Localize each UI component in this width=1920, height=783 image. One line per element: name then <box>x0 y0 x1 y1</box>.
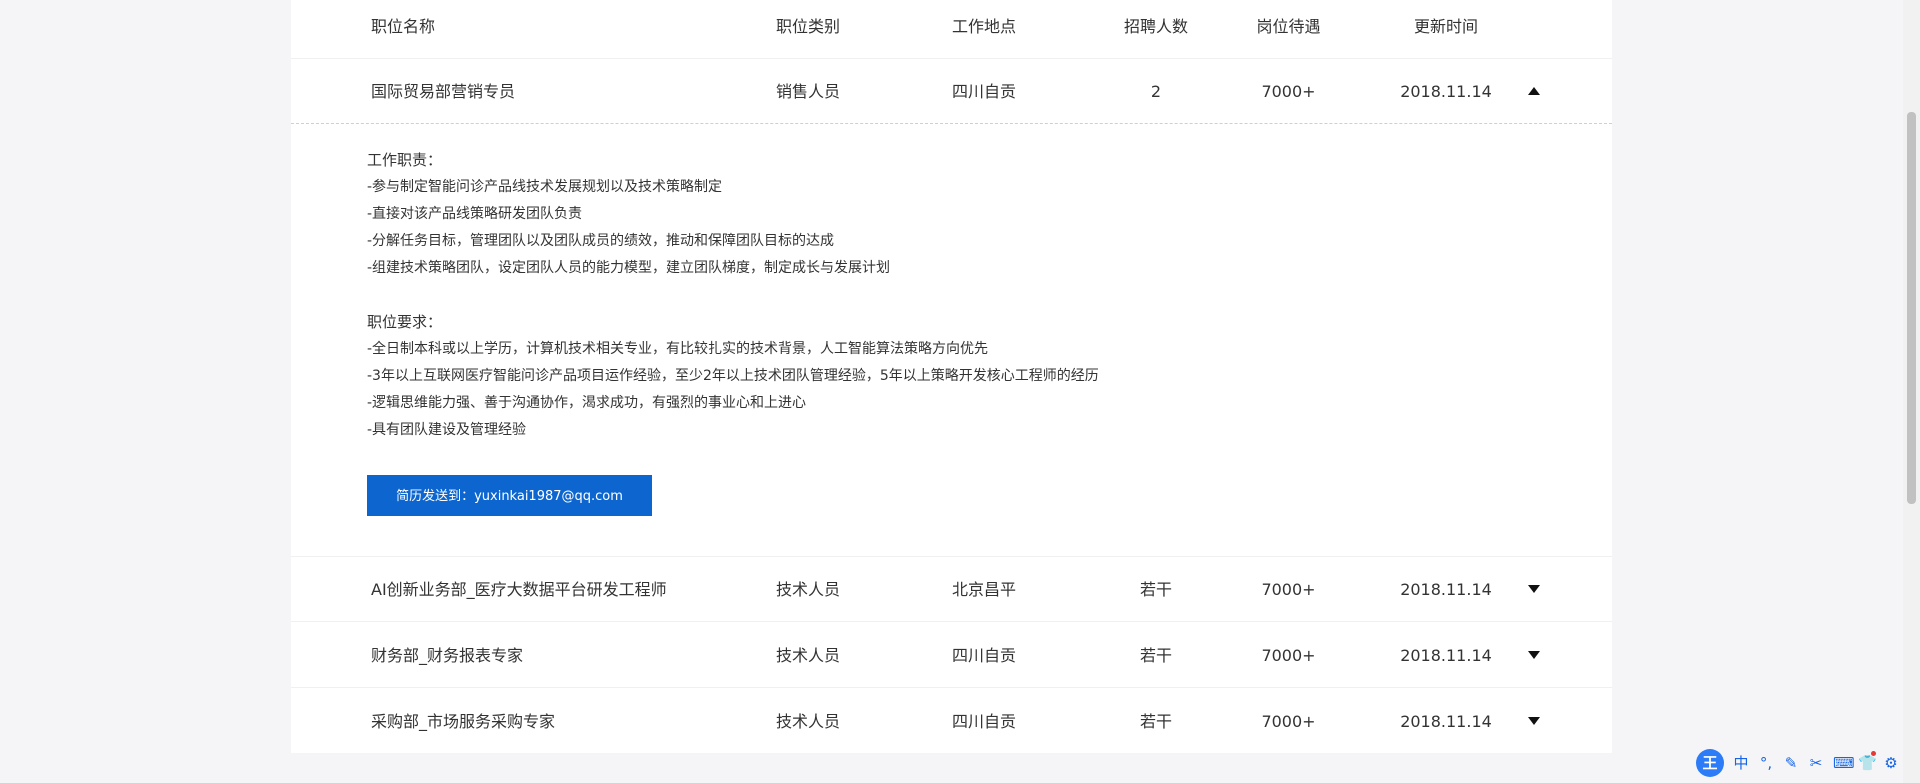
requirements-title: 职位要求： <box>367 313 443 331</box>
job-listing-panel: 职位名称 职位类别 工作地点 招聘人数 岗位待遇 更新时间 国际贸易部营销专员 … <box>291 0 1612 753</box>
requirement-item: -具有团队建设及管理经验 <box>367 422 527 438</box>
job-hiring-count: 若干 <box>1139 646 1172 665</box>
caret-up-icon[interactable] <box>1528 84 1542 98</box>
job-title: 财务部_财务报表专家 <box>371 646 524 665</box>
job-update-date: 2018.11.14 <box>1400 646 1492 665</box>
header-work-location: 工作地点 <box>952 17 1017 36</box>
job-update-date: 2018.11.14 <box>1400 712 1492 731</box>
job-update-date: 2018.11.14 <box>1400 580 1492 599</box>
header-hiring-count: 招聘人数 <box>1123 17 1188 36</box>
job-hiring-count: 若干 <box>1139 712 1172 731</box>
expanded-row-divider <box>291 123 1612 124</box>
header-position-category: 职位类别 <box>776 17 841 36</box>
job-category: 销售人员 <box>776 82 841 101</box>
duty-item: -直接对该产品线策略研发团队负责 <box>367 206 583 222</box>
job-category: 技术人员 <box>776 580 841 599</box>
header-position-name: 职位名称 <box>371 17 436 36</box>
caret-down-icon[interactable] <box>1528 582 1542 596</box>
duty-item: -参与制定智能问诊产品线技术发展规划以及技术策略制定 <box>367 179 723 195</box>
job-update-date: 2018.11.14 <box>1400 82 1492 101</box>
requirement-item: -3年以上互联网医疗智能问诊产品项目运作经验，至少2年以上技术团队管理经验，5年… <box>367 368 1099 384</box>
ime-logo-icon[interactable]: 王 <box>1696 749 1724 777</box>
job-category: 技术人员 <box>776 646 841 665</box>
job-category: 技术人员 <box>776 712 841 731</box>
duty-item: -组建技术策略团队，设定团队人员的能力模型，建立团队梯度，制定成长与发展计划 <box>367 260 891 276</box>
job-title: AI创新业务部_医疗大数据平台研发工程师 <box>371 580 667 599</box>
pen-icon[interactable]: ✎ <box>1783 753 1799 773</box>
page-scrollbar[interactable] <box>1903 0 1920 783</box>
job-salary: 7000+ <box>1261 712 1316 731</box>
header-salary: 岗位待遇 <box>1256 17 1321 36</box>
job-hiring-count: 2 <box>1150 82 1162 101</box>
settings-icon[interactable]: ⚙ <box>1883 753 1899 773</box>
ime-mode-toggle[interactable]: 中 <box>1733 753 1749 773</box>
send-resume-button[interactable]: 简历发送到：yuxinkai1987@qq.com <box>367 475 652 516</box>
caret-down-icon[interactable] <box>1528 648 1542 662</box>
header-divider <box>291 58 1612 59</box>
keyboard-icon[interactable]: ⌨ <box>1833 753 1855 773</box>
skin-icon[interactable]: 👕 <box>1858 751 1877 773</box>
job-title: 国际贸易部营销专员 <box>371 82 516 101</box>
job-salary: 7000+ <box>1261 580 1316 599</box>
requirement-item: -逻辑思维能力强、善于沟通协作，渴求成功，有强烈的事业心和上进心 <box>367 395 807 411</box>
job-location: 四川自贡 <box>952 646 1017 665</box>
job-salary: 7000+ <box>1261 646 1316 665</box>
job-hiring-count: 若干 <box>1139 580 1172 599</box>
duties-title: 工作职责： <box>367 151 443 169</box>
scissors-icon[interactable]: ✂ <box>1808 753 1824 773</box>
punctuation-icon[interactable]: °, <box>1758 753 1774 773</box>
row-divider <box>291 556 1612 557</box>
row-divider <box>291 687 1612 688</box>
ime-toolbar: 王 中 °, ✎ ✂ ⌨ 👕 ⚙ <box>1696 747 1899 779</box>
job-location: 四川自贡 <box>952 712 1017 731</box>
job-salary: 7000+ <box>1261 82 1316 101</box>
scrollbar-thumb[interactable] <box>1907 112 1916 504</box>
job-details: 工作职责： -参与制定智能问诊产品线技术发展规划以及技术策略制定 -直接对该产品… <box>367 150 1467 447</box>
requirement-item: -全日制本科或以上学历，计算机技术相关专业，有比较扎实的技术背景，人工智能算法策… <box>367 341 989 357</box>
header-update-time: 更新时间 <box>1413 17 1478 36</box>
duty-item: -分解任务目标，管理团队以及团队成员的绩效，推动和保障团队目标的达成 <box>367 233 835 249</box>
job-location: 北京昌平 <box>952 580 1017 599</box>
job-location: 四川自贡 <box>952 82 1017 101</box>
job-title: 采购部_市场服务采购专家 <box>371 712 556 731</box>
caret-down-icon[interactable] <box>1528 714 1542 728</box>
row-divider <box>291 621 1612 622</box>
